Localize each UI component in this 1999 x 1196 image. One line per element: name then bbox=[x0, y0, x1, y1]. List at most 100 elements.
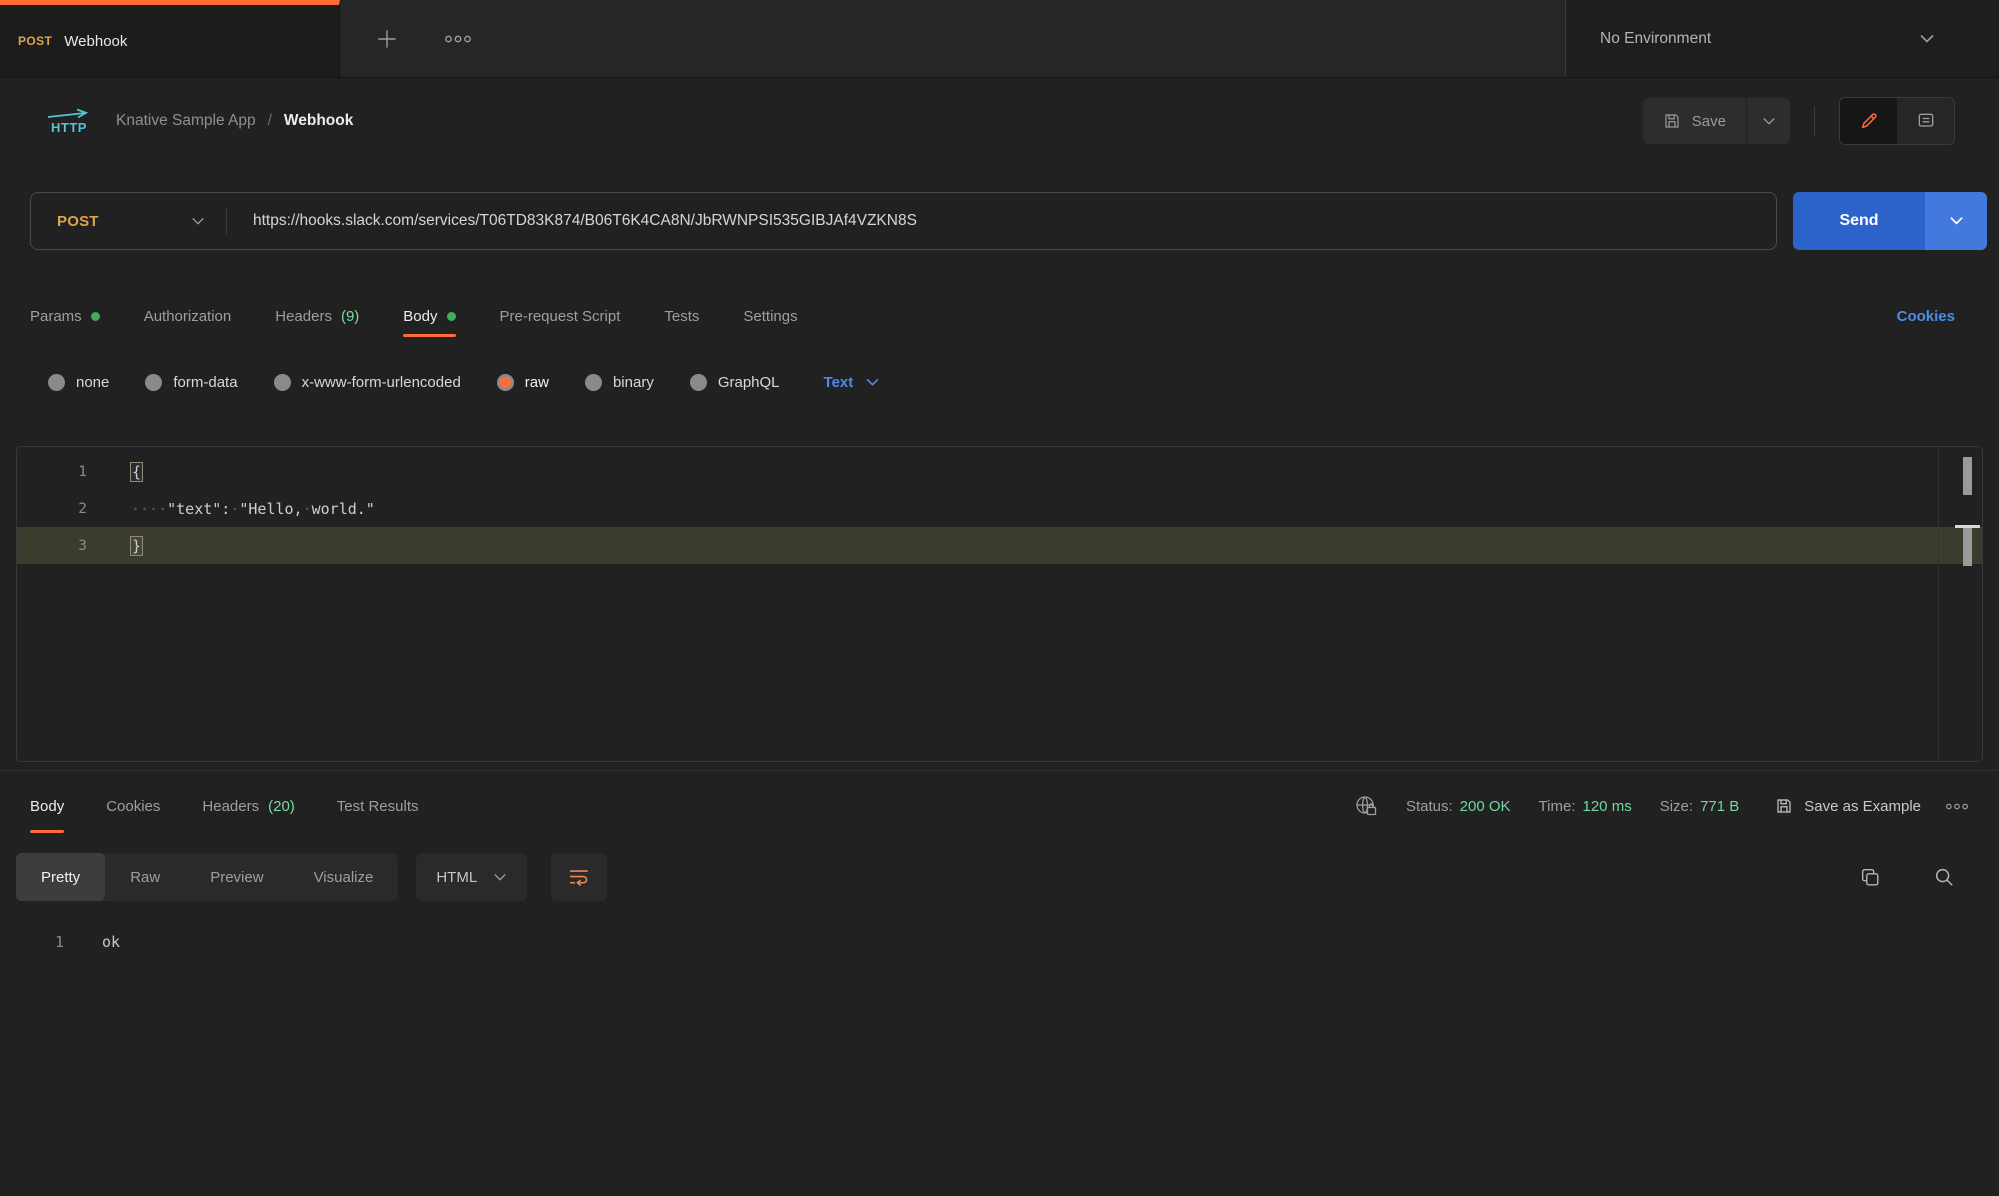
chevron-down-icon bbox=[493, 873, 507, 882]
breadcrumb-request-name[interactable]: Webhook bbox=[284, 112, 353, 130]
body-mode-raw[interactable]: raw bbox=[497, 374, 549, 391]
modified-dot bbox=[91, 312, 100, 321]
tab-label: Tests bbox=[664, 308, 699, 325]
response-header: Body Cookies Headers (20) Test Results Statu… bbox=[0, 771, 1999, 841]
chevron-down-icon bbox=[1762, 117, 1776, 126]
view-mode-preview[interactable]: Preview bbox=[185, 853, 288, 901]
send-button[interactable]: Send bbox=[1793, 192, 1925, 250]
response-tab-cookies[interactable]: Cookies bbox=[106, 771, 160, 841]
body-mode-none[interactable]: none bbox=[48, 374, 109, 391]
ruler-cursor-bar bbox=[1963, 528, 1972, 566]
tab-options-button[interactable] bbox=[444, 34, 472, 44]
vertical-divider bbox=[1814, 106, 1815, 136]
body-mode-label: none bbox=[76, 374, 109, 391]
response-options-button[interactable] bbox=[1945, 802, 1969, 811]
save-button[interactable]: Save bbox=[1643, 98, 1746, 144]
chevron-down-icon bbox=[191, 217, 205, 226]
response-time[interactable]: Time: 120 ms bbox=[1539, 798, 1632, 815]
tab-method-badge: POST bbox=[18, 34, 52, 48]
wrap-text-button[interactable] bbox=[551, 853, 607, 901]
response-view-tabs: PrettyRawPreviewVisualize bbox=[16, 853, 398, 901]
method-label: POST bbox=[57, 213, 99, 230]
response-tab-test-results[interactable]: Test Results bbox=[337, 771, 419, 841]
editor-lines: 1{2····"text":·"Hello,·world."3} bbox=[17, 447, 1982, 564]
editor-line[interactable]: 1{ bbox=[17, 453, 1982, 490]
save-icon bbox=[1775, 797, 1793, 815]
tab-label: Test Results bbox=[337, 798, 419, 815]
body-mode-label: form-data bbox=[173, 374, 237, 391]
body-mode-form-data[interactable]: form-data bbox=[145, 374, 237, 391]
request-tab-tests[interactable]: Tests bbox=[664, 286, 699, 346]
view-mode-pretty[interactable]: Pretty bbox=[16, 853, 105, 901]
raw-language-dropdown[interactable]: Text bbox=[824, 374, 881, 391]
tab-count: (20) bbox=[268, 798, 295, 815]
save-options-button[interactable] bbox=[1746, 98, 1790, 144]
save-icon bbox=[1663, 112, 1681, 130]
view-mode-visualize[interactable]: Visualize bbox=[289, 853, 399, 901]
request-tab-headers[interactable]: Headers (9) bbox=[275, 286, 359, 346]
whitespace-dots: ···· bbox=[131, 500, 167, 518]
edit-mode-button[interactable] bbox=[1840, 98, 1897, 144]
body-mode-x-www-form-urlencoded[interactable]: x-www-form-urlencoded bbox=[274, 374, 461, 391]
response-toolbar-right bbox=[1859, 866, 1955, 888]
response-status[interactable]: Status: 200 OK bbox=[1406, 798, 1511, 815]
response-view-row: PrettyRawPreviewVisualize HTML bbox=[0, 853, 1999, 901]
response-pane: Body Cookies Headers (20) Test Results Statu… bbox=[0, 770, 1999, 951]
status-label: Status: bbox=[1406, 798, 1453, 815]
tab-count: (9) bbox=[341, 308, 359, 325]
search-response-button[interactable] bbox=[1933, 866, 1955, 888]
editor-line[interactable]: 2····"text":·"Hello,·world." bbox=[17, 490, 1982, 527]
line-content: ····"text":·"Hello,·world." bbox=[87, 500, 375, 518]
response-body[interactable]: 1 ok bbox=[0, 933, 1999, 951]
modified-dot bbox=[447, 312, 456, 321]
request-tab-pre-request-script[interactable]: Pre-request Script bbox=[500, 286, 621, 346]
editor-overview-ruler[interactable] bbox=[1938, 447, 1982, 761]
tab-label: Headers bbox=[202, 798, 259, 815]
tab-label: Authorization bbox=[144, 308, 232, 325]
body-mode-graphql[interactable]: GraphQL bbox=[690, 374, 780, 391]
radio-icon bbox=[497, 374, 514, 391]
request-tab-settings[interactable]: Settings bbox=[743, 286, 797, 346]
request-tab-authorization[interactable]: Authorization bbox=[144, 286, 232, 346]
bracket-match: } bbox=[131, 537, 142, 555]
url-input[interactable]: https://hooks.slack.com/services/T06TD83… bbox=[227, 212, 917, 230]
code-text: "Hello, bbox=[239, 500, 302, 518]
cookies-link[interactable]: Cookies bbox=[1897, 308, 1955, 325]
tab-label: Headers bbox=[275, 308, 332, 325]
view-mode-raw[interactable]: Raw bbox=[105, 853, 185, 901]
comments-button[interactable] bbox=[1897, 98, 1954, 144]
response-tab-body[interactable]: Body bbox=[30, 771, 64, 841]
size-label: Size: bbox=[1660, 798, 1693, 815]
send-options-button[interactable] bbox=[1925, 192, 1987, 250]
copy-response-button[interactable] bbox=[1859, 866, 1881, 888]
response-meta: Status: 200 OK Time: 120 ms Size: 771 B … bbox=[1354, 794, 1969, 818]
breadcrumb-collection[interactable]: Knative Sample App bbox=[116, 112, 256, 130]
editor-line[interactable]: 3} bbox=[17, 527, 1982, 564]
line-number: 3 bbox=[17, 538, 87, 554]
network-globe-lock-icon[interactable] bbox=[1354, 794, 1378, 818]
request-tab-params[interactable]: Params bbox=[30, 286, 100, 346]
save-as-example-label: Save as Example bbox=[1804, 798, 1921, 815]
body-mode-binary[interactable]: binary bbox=[585, 374, 654, 391]
method-dropdown[interactable]: POST bbox=[31, 193, 227, 249]
edit-comment-group bbox=[1839, 97, 1955, 145]
plus-icon bbox=[374, 26, 400, 52]
line-number: 1 bbox=[17, 464, 87, 480]
breadcrumb-actions: Save bbox=[1643, 97, 1955, 145]
body-mode-label: GraphQL bbox=[718, 374, 780, 391]
send-split-button: Send bbox=[1793, 192, 1987, 250]
response-size[interactable]: Size: 771 B bbox=[1660, 798, 1740, 815]
request-url-row: POST https://hooks.slack.com/services/T0… bbox=[30, 192, 1987, 250]
request-body-editor[interactable]: 1{2····"text":·"Hello,·world."3} bbox=[16, 446, 1983, 762]
response-tab-headers[interactable]: Headers (20) bbox=[202, 771, 294, 841]
save-as-example-button[interactable]: Save as Example bbox=[1775, 797, 1921, 815]
request-tab-body[interactable]: Body bbox=[403, 286, 455, 346]
environment-selector[interactable]: No Environment bbox=[1565, 0, 1999, 77]
open-request-tab[interactable]: POST Webhook bbox=[0, 0, 340, 77]
new-tab-button[interactable] bbox=[374, 26, 400, 52]
http-request-icon: HTTP bbox=[44, 108, 94, 135]
tab-label: Body bbox=[403, 308, 437, 325]
response-format-dropdown[interactable]: HTML bbox=[416, 853, 527, 901]
http-arrow-icon bbox=[45, 108, 93, 119]
radio-icon bbox=[690, 374, 707, 391]
